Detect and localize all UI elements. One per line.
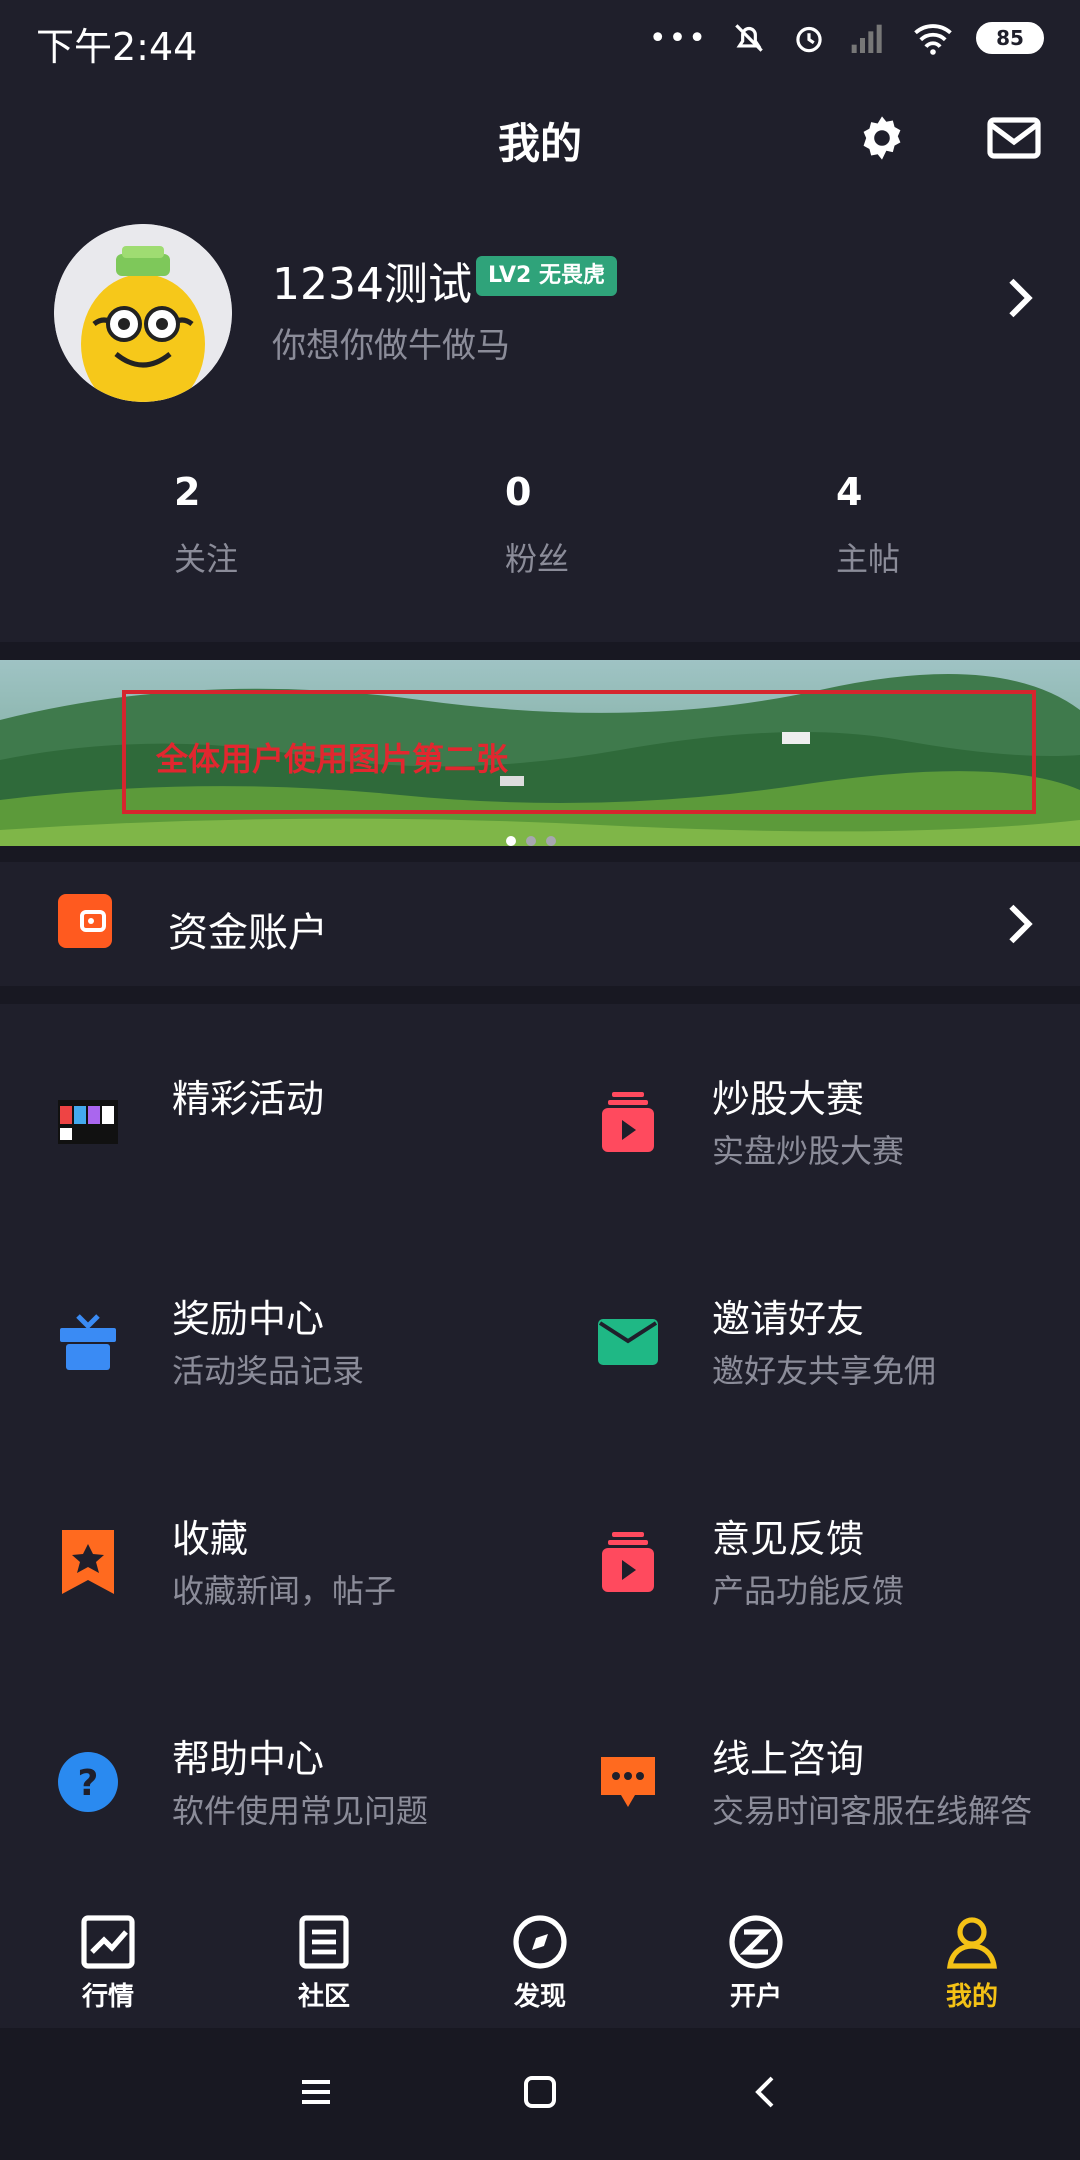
signal-icon (851, 24, 882, 53)
stat-posts-value: 4 (836, 470, 863, 514)
divider (0, 846, 1080, 862)
stat-following[interactable]: 2 关注 (174, 470, 374, 580)
nav-tab-me[interactable]: 我的 (902, 1912, 1042, 2013)
status-time: 下午2:44 (36, 25, 198, 69)
grid-item-subtitle: 邀好友共享免佣 (712, 1352, 937, 1390)
envelope-icon (596, 1310, 660, 1374)
document-icon (299, 1915, 349, 1969)
level-badge: LV2 无畏虎 (476, 256, 617, 296)
tiger-avatar-icon (54, 224, 232, 402)
nav-label: 我的 (945, 1982, 998, 2012)
promo-banner[interactable]: 全体用户使用图片第二张 (0, 660, 1080, 846)
status-icons: ••• 85 (649, 14, 1044, 62)
nav-tab-market[interactable]: 行情 (38, 1912, 178, 2013)
play-bag-icon (596, 1530, 660, 1594)
grid-item-subtitle: 产品功能反馈 (712, 1572, 905, 1610)
nav-label: 社区 (297, 1982, 350, 2012)
settings-button[interactable] (852, 108, 912, 168)
nav-tab-community[interactable]: 社区 (254, 1912, 394, 2013)
pagination-dot (506, 836, 516, 846)
fund-account-row[interactable]: 资金账户 (0, 862, 1080, 986)
stat-posts-label: 主帖 (836, 540, 901, 578)
nav-label: 行情 (81, 1982, 134, 2012)
activity-thumbnail-icon (56, 1090, 120, 1154)
battery-indicator: 85 (976, 22, 1044, 54)
banner-text: 全体用户使用图片第二张 (156, 740, 509, 778)
grid-item-invite-friends[interactable]: 邀请好友 邀好友共享免佣 (540, 1270, 1080, 1490)
grid-item-help-center[interactable]: ? 帮助中心 软件使用常见问题 (0, 1710, 540, 1930)
more-dots-icon: ••• (648, 20, 708, 56)
banner-pagination (506, 836, 556, 846)
chevron-right-icon (1009, 278, 1033, 318)
messages-button[interactable] (984, 108, 1044, 168)
stat-followers-label: 粉丝 (505, 540, 570, 578)
svg-text:?: ? (78, 1763, 99, 1804)
fund-account-label: 资金账户 (168, 910, 328, 956)
question-icon: ? (56, 1750, 120, 1814)
home-square-icon (524, 2076, 556, 2108)
chart-icon (81, 1915, 135, 1969)
stat-followers[interactable]: 0 粉丝 (505, 470, 705, 580)
chevron-right-icon (1000, 894, 1040, 954)
bottom-nav: 行情 社区 发现 开户 我的 (0, 1900, 1080, 2028)
nav-tab-discover[interactable]: 发现 (470, 1912, 610, 2013)
divider (0, 642, 1080, 660)
back-chevron-icon (755, 2076, 774, 2108)
stat-following-value: 2 (174, 470, 201, 514)
status-bar: 下午2:44 ••• 85 (0, 0, 1080, 78)
grid-item-title: 邀请好友 (712, 1297, 865, 1341)
grid-item-title: 线上咨询 (712, 1737, 865, 1781)
grid-item-favorites[interactable]: 收藏 收藏新闻，帖子 (0, 1490, 540, 1710)
pagination-dot (526, 836, 536, 846)
nav-label: 发现 (513, 1982, 566, 2012)
grid-item-rewards[interactable]: 奖励中心 活动奖品记录 (0, 1270, 540, 1490)
menu-icon (302, 2080, 330, 2104)
grid-item-subtitle: 实盘炒股大赛 (712, 1132, 905, 1170)
menu-button[interactable] (296, 2072, 336, 2116)
profile-detail-button[interactable] (1000, 268, 1040, 328)
chat-bubble-icon (596, 1750, 660, 1814)
stat-posts[interactable]: 4 主帖 (836, 470, 1036, 580)
wifi-icon (914, 24, 952, 55)
grid-item-title: 精彩活动 (172, 1077, 325, 1121)
divider (0, 986, 1080, 1004)
profile-bio: 你想你做牛做马 (272, 326, 510, 366)
username: 1234测试 (272, 259, 472, 310)
grid-item-online-consult[interactable]: 线上咨询 交易时间客服在线解答 (540, 1710, 1080, 1930)
mute-bell-icon (735, 24, 763, 52)
gift-icon (56, 1310, 120, 1374)
grid-item-feedback[interactable]: 意见反馈 产品功能反馈 (540, 1490, 1080, 1710)
grid-item-activities[interactable]: 精彩活动 (0, 1050, 540, 1270)
gear-icon (863, 116, 901, 160)
alarm-icon (796, 26, 822, 53)
back-button[interactable] (746, 2072, 786, 2116)
grid-item-title: 奖励中心 (172, 1297, 325, 1341)
home-button[interactable] (520, 2072, 560, 2116)
person-icon (947, 1917, 997, 1969)
page-title: 我的 (497, 119, 582, 168)
avatar[interactable] (54, 224, 232, 402)
grid-item-subtitle: 交易时间客服在线解答 (712, 1792, 1033, 1830)
compass-icon (513, 1915, 567, 1969)
mail-icon (987, 117, 1041, 159)
grid-item-subtitle: 软件使用常见问题 (172, 1792, 429, 1830)
pagination-dot (546, 836, 556, 846)
stat-following-label: 关注 (174, 540, 239, 578)
open-account-icon (729, 1915, 783, 1969)
stat-followers-value: 0 (505, 470, 532, 514)
nav-tab-open-account[interactable]: 开户 (686, 1912, 826, 2013)
star-bookmark-icon (56, 1530, 120, 1594)
wallet-icon (58, 894, 112, 948)
system-nav-bar (0, 2028, 1080, 2160)
play-bag-icon (596, 1090, 660, 1154)
nav-label: 开户 (729, 1982, 782, 2012)
grid-item-title: 炒股大赛 (712, 1077, 865, 1121)
grid-item-title: 帮助中心 (172, 1737, 325, 1781)
grid-item-subtitle: 活动奖品记录 (172, 1352, 365, 1390)
grid-item-trading-contest[interactable]: 炒股大赛 实盘炒股大赛 (540, 1050, 1080, 1270)
grid-item-subtitle: 收藏新闻，帖子 (172, 1572, 397, 1610)
grid-item-title: 意见反馈 (712, 1517, 865, 1561)
grid-item-title: 收藏 (172, 1517, 249, 1561)
